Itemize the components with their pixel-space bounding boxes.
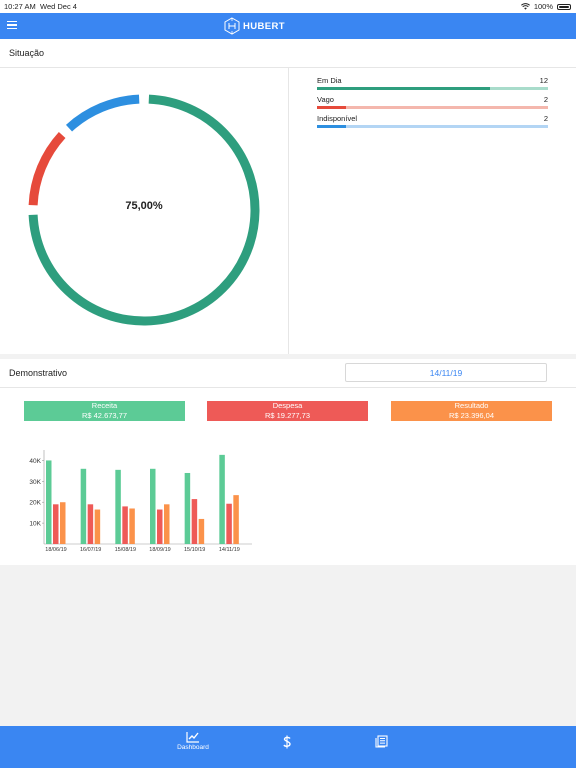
bar-receita (150, 468, 156, 544)
bar-despesa (53, 504, 59, 544)
bar-despesa (87, 504, 94, 544)
situacao-column-divider (288, 68, 289, 354)
status-value: 2 (543, 95, 548, 104)
summary-resultado: Resultado R$ 23.396,04 (391, 401, 552, 421)
battery-icon (557, 3, 571, 10)
bar-resultado (164, 504, 170, 544)
nav-bar: HUBERT (0, 13, 576, 39)
date-picker[interactable]: 14/11/19 (345, 363, 547, 382)
summary-despesa: Despesa R$ 19.277,73 (207, 401, 368, 421)
status-date: Wed Dec 4 (40, 2, 77, 11)
dollar-icon (283, 735, 291, 749)
summary-value: R$ 19.277,73 (264, 411, 311, 420)
donut-percent-label: 75,00% (125, 200, 163, 212)
summary-receita: Receita R$ 42.673,77 (24, 401, 185, 421)
status-progress-fill (317, 106, 346, 109)
donut-segment (28, 131, 66, 206)
status-label: Vago (317, 95, 334, 104)
bar-resultado (94, 509, 101, 544)
tab-financeiro[interactable] (257, 726, 317, 768)
status-progress-fill (317, 87, 491, 90)
wifi-icon (520, 3, 530, 10)
x-tick-label: 15/10/19 (184, 547, 205, 553)
hubert-logo-icon (224, 17, 240, 35)
battery-percent: 100% (533, 2, 553, 11)
status-progress-fill (317, 125, 346, 128)
app-title: HUBERT (243, 20, 285, 32)
summary-label: Despesa (272, 401, 303, 410)
bar-receita (184, 472, 191, 544)
status-value: 2 (543, 114, 548, 123)
bar-receita (46, 460, 52, 544)
bar-despesa (191, 499, 198, 544)
bar-receita (219, 454, 225, 544)
status-progress-track (317, 106, 548, 109)
y-tick-label: 20K (29, 500, 41, 507)
x-tick-label: 18/06/19 (45, 547, 66, 553)
summary-label: Receita (91, 401, 118, 410)
situacao-title: Situação (9, 48, 45, 58)
bar-despesa (122, 506, 128, 544)
y-tick-label: 40K (29, 458, 41, 465)
status-label: Em Dia (317, 76, 342, 85)
status-progress-track (317, 87, 548, 90)
y-tick-label: 10K (29, 521, 41, 528)
x-tick-label: 18/09/19 (149, 547, 170, 553)
x-tick-label: 15/08/19 (115, 547, 136, 553)
y-tick-label: 30K (29, 479, 41, 486)
summary-value: R$ 42.673,77 (81, 411, 128, 420)
bar-resultado (129, 508, 135, 544)
demonstrativo-bar-chart: 10K 20K 30K 40K 18/06/19 16/07/19 15/08/19 18/0… (29, 450, 252, 553)
chart-line-icon (186, 732, 199, 743)
newspaper-icon (375, 735, 388, 748)
x-tick-label: 16/07/19 (80, 547, 101, 553)
donut-segment (65, 94, 140, 132)
bar-despesa (226, 503, 232, 544)
status-value: 12 (539, 76, 548, 85)
bar-resultado (60, 502, 66, 544)
x-tick-label: 14/11/19 (219, 547, 240, 553)
status-label: Indisponível (317, 114, 358, 123)
summary-value: R$ 23.396,04 (448, 411, 495, 420)
tab-label: Dashboard (177, 744, 209, 751)
bar-receita (115, 469, 121, 544)
tab-dashboard[interactable]: Dashboard (163, 726, 223, 768)
status-right: 100% (520, 0, 571, 13)
bar-despesa (157, 509, 163, 544)
bar-receita (80, 468, 87, 544)
menu-icon[interactable] (7, 21, 17, 30)
app-logo: HUBERT (224, 17, 285, 35)
status-progress-track (317, 125, 548, 128)
bar-resultado (233, 495, 239, 544)
demonstrativo-title: Demonstrativo (9, 368, 68, 378)
bar-resultado (198, 518, 205, 544)
status-bar: 10:27 AM Wed Dec 4 100% (0, 0, 576, 13)
status-time: 10:27 AM (4, 2, 36, 11)
tab-noticias[interactable] (352, 726, 412, 768)
summary-label: Resultado (454, 401, 489, 410)
demonstrativo-divider (0, 387, 576, 388)
tab-bar: Dashboard (0, 726, 576, 768)
